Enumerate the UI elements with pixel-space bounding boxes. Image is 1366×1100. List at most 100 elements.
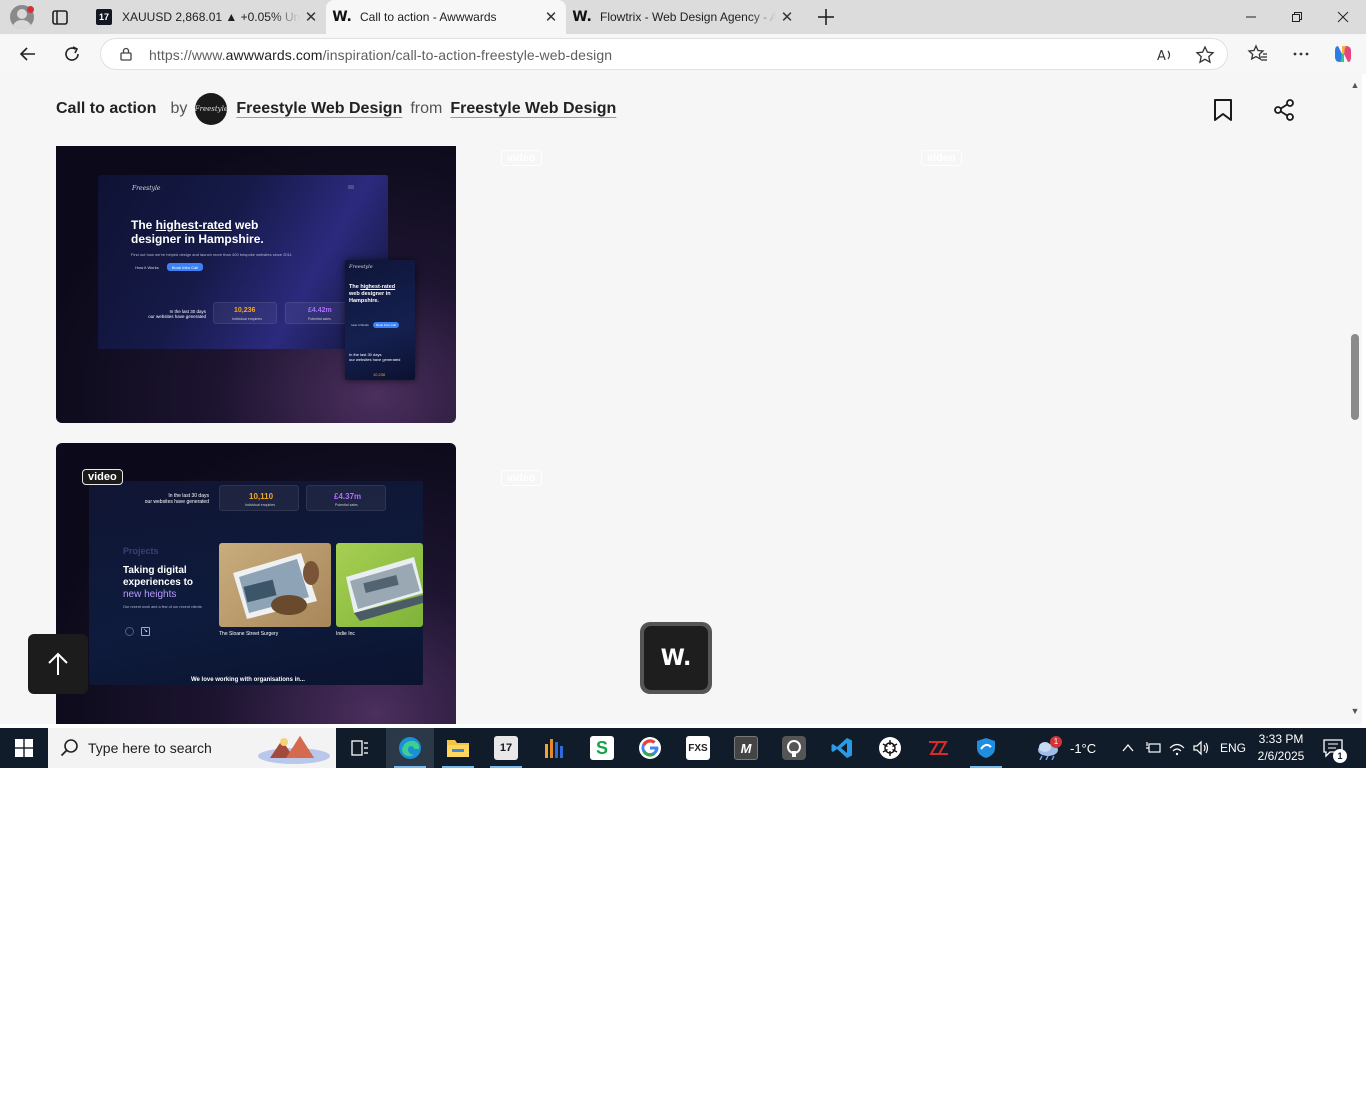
scroll-up-icon[interactable]: ▲: [1350, 80, 1360, 90]
language-indicator[interactable]: ENG: [1220, 728, 1246, 768]
lock-icon[interactable]: [119, 47, 133, 61]
scrollbar-thumb[interactable]: [1351, 334, 1359, 420]
taskbar-app-shield[interactable]: [962, 728, 1010, 768]
clients-heading: We love working with organisations in...: [191, 677, 305, 683]
video-badge: video: [921, 150, 962, 166]
refresh-button[interactable]: [57, 40, 87, 68]
stat-label: Individual enquiries: [232, 317, 262, 321]
from-label: from: [410, 100, 443, 117]
taskbar-app-s[interactable]: S: [578, 728, 626, 768]
back-arrow-icon: [19, 47, 35, 61]
project-title: Indie Inc: [336, 631, 355, 637]
tab-actions-icon[interactable]: [48, 6, 72, 28]
taskbar-clock[interactable]: 3:33 PM 2/6/2025: [1246, 731, 1316, 765]
favorites-icon[interactable]: [1247, 43, 1269, 65]
gallery-card[interactable]: Freestyle The highest-rated web designer …: [56, 146, 456, 423]
restore-button[interactable]: [1274, 0, 1320, 34]
scroll-to-top-button[interactable]: [28, 634, 88, 694]
source-link[interactable]: Freestyle Web Design: [450, 100, 616, 118]
taskbar-github[interactable]: [770, 728, 818, 768]
page-scrollbar[interactable]: ▲ ▼: [1348, 74, 1362, 724]
stats-label: In the last 30 days our websites have gen…: [148, 309, 206, 319]
projects-body: Our recent work and a few of our recent …: [123, 605, 202, 609]
taskbar-chatgpt[interactable]: [866, 728, 914, 768]
mobile-hero-heading: The highest-rated web designer in Hampshir…: [349, 284, 396, 304]
video-badge: video: [501, 150, 542, 166]
battery-plug-icon[interactable]: [1144, 739, 1162, 757]
awwwards-logo-text: W.: [644, 626, 708, 690]
tab-title: XAUUSD 2,868.01 ▲ +0.05% Unnamed: [122, 10, 300, 24]
prev-arrow-icon: [125, 627, 134, 636]
freestyle-logo: Freestyle: [349, 264, 373, 270]
hero-subtitle: Find out how we've helped design and lau…: [131, 252, 292, 257]
taskbar-file-explorer[interactable]: [434, 728, 482, 768]
start-button[interactable]: [0, 728, 48, 768]
stat-value: £4.42m: [308, 307, 332, 314]
taskbar-fxs[interactable]: FXS: [674, 728, 722, 768]
folder-icon: [447, 740, 469, 757]
tab-xauusd[interactable]: 17 XAUUSD 2,868.01 ▲ +0.05% Unnamed ✕: [88, 0, 326, 34]
clock-time: 3:33 PM: [1258, 732, 1304, 746]
s-app-icon: S: [590, 736, 614, 760]
taskbar-app-m[interactable]: M: [722, 728, 770, 768]
laptop-photo: [346, 557, 423, 621]
address-bar[interactable]: https://www.awwwards.com/inspiration/cal…: [100, 38, 1228, 70]
video-badge: video: [82, 469, 123, 485]
volume-icon[interactable]: [1192, 739, 1210, 757]
project-thumbnail: [336, 543, 423, 627]
stat-card: £4.37m Potential sales: [306, 485, 386, 511]
awwwards-logo[interactable]: W.: [640, 622, 712, 694]
bookmark-icon[interactable]: [1212, 98, 1234, 122]
mobile-stats-label: In the last 30 days our websites have gen…: [349, 352, 401, 362]
taskbar-app-chart[interactable]: [530, 728, 578, 768]
tab-title: Call to action - Awwwards: [360, 10, 497, 24]
taskbar-tradingview[interactable]: 17: [482, 728, 530, 768]
copilot-icon[interactable]: [1332, 43, 1354, 65]
share-icon[interactable]: [1272, 98, 1296, 122]
scroll-down-icon[interactable]: ▼: [1350, 706, 1360, 716]
taskbar-search[interactable]: Type here to search: [48, 728, 336, 768]
close-window-button[interactable]: [1320, 0, 1366, 34]
how-it-works-button: How it Works: [351, 323, 369, 327]
project-title: The Sloane Street Surgery: [219, 631, 279, 637]
weather-temp: -1°C: [1070, 740, 1097, 756]
tab-close-icon[interactable]: ✕: [300, 8, 322, 26]
close-icon: [1337, 11, 1349, 23]
restore-icon: [1292, 12, 1302, 22]
tab-close-icon[interactable]: ✕: [540, 8, 562, 26]
taskbar-edge[interactable]: [386, 728, 434, 768]
wifi-icon[interactable]: [1168, 739, 1186, 757]
gallery-card[interactable]: In the last 30 days our websites have gen…: [56, 443, 456, 724]
tab-close-icon[interactable]: ✕: [776, 8, 798, 26]
taskbar-vscode[interactable]: [818, 728, 866, 768]
desktop-screenshot: In the last 30 days our websites have gen…: [89, 481, 423, 685]
shield-icon: [977, 738, 995, 758]
task-view-button[interactable]: [336, 728, 384, 768]
weather-widget[interactable]: 1 -1°C: [1036, 728, 1096, 768]
laptop-photo: [233, 553, 319, 619]
windows-taskbar: Type here to search 17 S FXS M 1 -1°C EN…: [0, 728, 1366, 768]
tradingview-icon: 17: [96, 9, 112, 25]
author-link[interactable]: Freestyle Web Design: [236, 100, 402, 118]
how-it-works-button: How it Works: [135, 264, 159, 270]
vscode-icon: [831, 738, 852, 758]
taskbar-chrome[interactable]: [626, 728, 674, 768]
windows-icon: [15, 739, 33, 757]
new-tab-icon[interactable]: [814, 5, 838, 29]
svg-text:A: A: [1157, 49, 1166, 64]
minimize-button[interactable]: [1228, 0, 1274, 34]
chevron-up-icon[interactable]: [1120, 740, 1136, 756]
taskbar-app-zz[interactable]: [914, 728, 962, 768]
url-text[interactable]: https://www.awwwards.com/inspiration/cal…: [149, 47, 612, 63]
by-label: by: [170, 100, 188, 117]
back-button[interactable]: [13, 40, 43, 68]
author-avatar[interactable]: Freestyle: [195, 93, 228, 125]
favorite-star-icon[interactable]: [1195, 45, 1215, 65]
tab-flowtrix[interactable]: W. Flowtrix - Web Design Agency - Awwwar…: [566, 0, 802, 34]
bars-chart-icon: [545, 739, 563, 758]
search-icon: [60, 739, 78, 757]
refresh-icon: [65, 46, 79, 61]
more-options-icon[interactable]: [1290, 43, 1312, 65]
tab-call-to-action[interactable]: W. Call to action - Awwwards ✕: [326, 0, 566, 34]
read-aloud-icon[interactable]: A: [1155, 45, 1175, 65]
